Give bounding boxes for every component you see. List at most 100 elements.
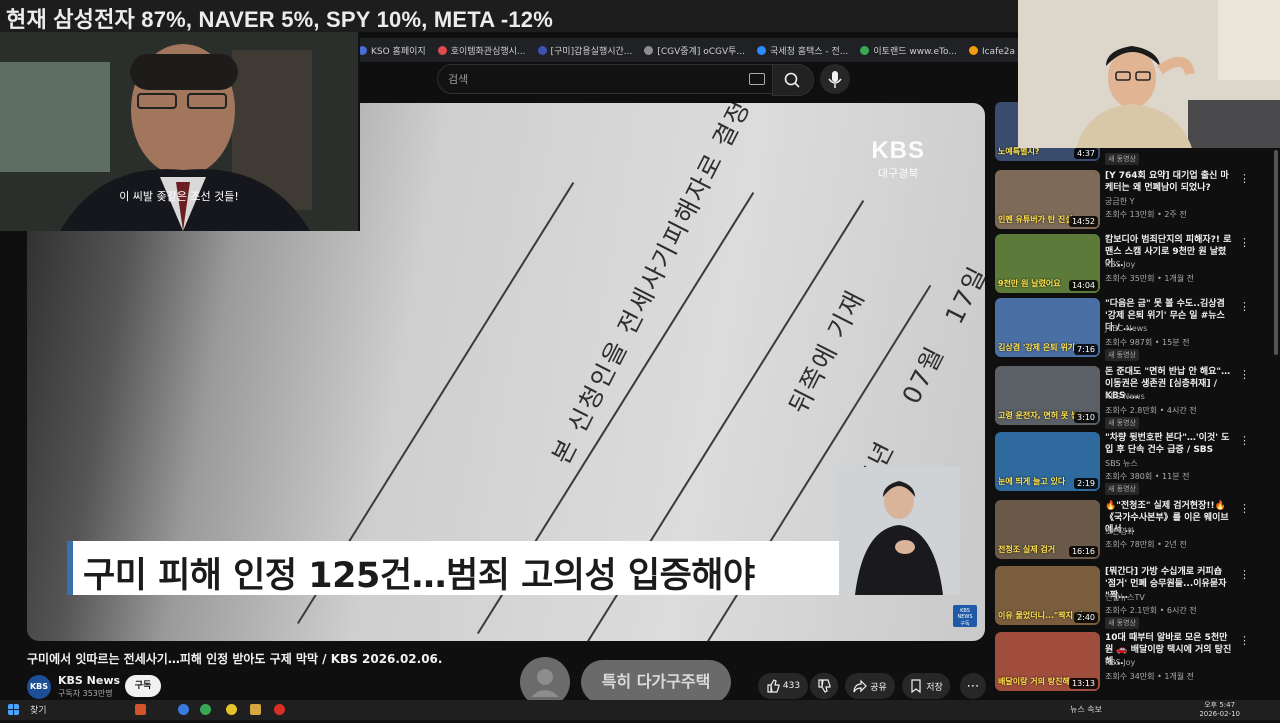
recommended-channel[interactable]: 궁금한 Y (1105, 196, 1135, 207)
kbs-watermark: KBS 대구경북 (871, 137, 925, 181)
voice-search-button[interactable] (820, 64, 850, 94)
video-thumbnail[interactable]: 배달이랑 거의 탕진해 13:13 (995, 632, 1100, 691)
new-video-badge: 새 동영상 (1105, 483, 1139, 495)
webcam-scene (1018, 0, 1280, 148)
recommended-meta: 조회수 34만회 • 1개월 전 (1105, 672, 1195, 681)
recommended-meta: 조회수 35만회 • 1개월 전 (1105, 274, 1195, 283)
thumbnail-caption: 김상겸 '강제 은퇴 위기' (998, 343, 1078, 352)
recommended-video[interactable]: 고령 운전자, 면허 못 놓는 3:10 돈 준대도 "면허 반납 안 해요"…이동… (995, 366, 1265, 429)
recommended-video[interactable]: 배달이랑 거의 탕진해 13:13 10대 때부터 알바로 모은 5천만 원 🚗 배… (995, 632, 1265, 694)
video-thumbnail[interactable]: 김상겸 '강제 은퇴 위기' 7:16 (995, 298, 1100, 357)
bookmark-item[interactable]: 이토랜드 www.eTo... (860, 44, 957, 57)
recommended-video[interactable]: 인펜 유튜버가 탄 진실 14:52 [Y 764회 요약] 대기업 출신 마케터는… (995, 170, 1265, 232)
recommended-meta: 조회수 2.1만회 • 6시간 전 (1105, 606, 1197, 615)
bookmark-favicon-icon (437, 45, 447, 55)
recommended-channel[interactable]: 조은영화 (1105, 526, 1134, 537)
clock-time: 오후 5:47 (1204, 701, 1236, 709)
new-video-badge: 새 동영상 (1105, 617, 1139, 629)
more-vertical-icon[interactable]: ⋮ (1239, 172, 1250, 185)
recommended-channel[interactable]: JTBC News (1105, 324, 1147, 333)
recommended-channel[interactable]: SBS 뉴스 (1105, 458, 1138, 469)
more-vertical-icon[interactable]: ⋮ (1239, 634, 1250, 647)
video-thumbnail[interactable]: 전청조 실제 검거 16:16 (995, 500, 1100, 559)
keyboard-icon[interactable] (749, 73, 765, 85)
video-thumbnail[interactable]: 이유 물었더니..."짝지 마" 2:40 (995, 566, 1100, 625)
recommended-channel[interactable]: KBS Joy (1105, 260, 1135, 269)
bookmark-favicon-icon (968, 45, 978, 55)
video-thumbnail[interactable]: 눈에 띄게 늘고 있다 2:19 (995, 432, 1100, 491)
search-button[interactable] (772, 64, 814, 96)
more-horizontal-icon: ⋯ (966, 678, 980, 694)
bookmark-label: [구미]갑용실행시간... (550, 46, 633, 57)
taskbar-app-icon[interactable] (135, 704, 146, 715)
bookmark-item[interactable]: 국세청 홈택스 - 전... (757, 44, 848, 57)
file-explorer-icon[interactable] (250, 704, 261, 715)
thumbnail-caption: 배달이랑 거의 탕진해 (998, 677, 1070, 686)
sidebar-scrollbar[interactable] (1274, 150, 1278, 355)
channel-name[interactable]: KBS News (58, 674, 120, 687)
windows-start-icon[interactable] (8, 704, 19, 715)
bookmark-icon (911, 679, 921, 693)
save-label: 저장 (926, 682, 943, 693)
system-clock[interactable]: 오후 5:47 2026-02-10 (1199, 701, 1240, 719)
more-vertical-icon[interactable]: ⋮ (1239, 434, 1250, 447)
recommended-channel[interactable]: KBS Joy (1105, 658, 1135, 667)
more-vertical-icon[interactable]: ⋮ (1239, 368, 1250, 381)
thumbnail-caption: 눈에 띄게 늘고 있다 (998, 477, 1066, 486)
bookmark-item[interactable]: 호이템화관심행시... (437, 44, 526, 57)
more-vertical-icon[interactable]: ⋮ (1239, 568, 1250, 581)
subscribe-button[interactable]: 구독 (125, 675, 161, 697)
video-thumbnail[interactable]: 인펜 유튜버가 탄 진실 14:52 (995, 170, 1100, 229)
kbs-logo-text: KBS (871, 137, 925, 164)
caption-bubble: 특히 다가구주택 (581, 660, 731, 704)
more-actions-button[interactable]: ⋯ (960, 673, 986, 699)
bookmark-item[interactable]: Icafe2a 티카페 (968, 44, 1018, 57)
bookmark-item[interactable]: KSO 홈페이지 (358, 44, 426, 57)
share-button[interactable]: 공유 (845, 673, 895, 699)
recommended-video[interactable]: 김상겸 '강제 은퇴 위기' 7:16 "다음은 금" 못 볼 수도..김상겸 '강… (995, 298, 1265, 361)
chrome-icon[interactable] (200, 704, 211, 715)
obs-icon[interactable] (274, 704, 285, 715)
recommended-title[interactable]: "차량 뒷번호판 본다"…'이것' 도입 후 단속 건수 급증 / SBS (1105, 432, 1233, 456)
bookmark-item[interactable]: [CGV중계] oCGV투... (644, 44, 745, 57)
recommended-video[interactable]: 눈에 띄게 늘고 있다 2:19 "차량 뒷번호판 본다"…'이것' 도입 후 단속… (995, 432, 1265, 495)
recommended-channel[interactable]: 연합뉴스TV (1105, 592, 1145, 603)
kbs-news-bug-sub: 구독 (960, 621, 970, 627)
streamer-webcam (1018, 0, 1280, 148)
bookmark-label: 국세청 홈택스 - 전... (770, 46, 849, 57)
channel-avatar[interactable]: KBS NEWS (27, 675, 54, 715)
thumbs-up-icon (767, 679, 780, 693)
share-label: 공유 (870, 682, 887, 693)
news-headline-caption: 구미 피해 인정 125건…범죄 고의성 입증해야 (67, 541, 839, 596)
recommended-video[interactable]: 전청조 실제 검거 16:16 🔥"전청조" 실제 검거현장!!🔥《국가수사본부》를… (995, 500, 1265, 562)
taskbar-app-icon[interactable] (226, 704, 237, 715)
dislike-button[interactable] (810, 673, 838, 699)
recommended-video[interactable]: 이유 물었더니..."짝지 마" 2:40 [뭐간다] 가방 수십개로 커피숍 '점… (995, 566, 1265, 629)
news-tray-item[interactable]: 뉴스 속보 (1070, 704, 1102, 715)
more-vertical-icon[interactable]: ⋮ (1239, 236, 1250, 249)
thumbnail-caption: 인펜 유튜버가 탄 진실 (998, 215, 1073, 224)
microphone-icon (828, 71, 842, 88)
taskbar-search[interactable]: 찾기 (30, 703, 47, 716)
like-button[interactable]: 433 (758, 673, 808, 699)
more-vertical-icon[interactable]: ⋮ (1239, 502, 1250, 515)
recommended-channel[interactable]: KBS News (1105, 392, 1145, 401)
bookmark-favicon-icon (860, 45, 870, 55)
video-thumbnail[interactable]: 고령 운전자, 면허 못 놓는 3:10 (995, 366, 1100, 425)
edge-icon[interactable] (178, 704, 189, 715)
youtube-search-input[interactable]: 검색 (437, 64, 774, 94)
recommended-meta: 조회수 380회 • 11분 전 (1105, 472, 1190, 481)
recommended-video[interactable]: 9천만 원 날렸어요 14:04 캄보디아 범죄단지의 피해자?! 로맨스 스캠 사… (995, 234, 1265, 296)
video-duration: 13:13 (1068, 678, 1098, 689)
like-count: 433 (782, 681, 801, 691)
bookmark-item[interactable]: [구미]갑용실행시간... (537, 44, 633, 57)
video-thumbnail[interactable]: 9천만 원 날렸어요 14:04 (995, 234, 1100, 293)
search-placeholder: 검색 (448, 73, 469, 86)
bookmark-label: Icafe2a 티카페 (981, 46, 1018, 57)
recommended-title[interactable]: [Y 764회 요약] 대기업 출신 마케터는 왜 먼폐남이 되었나? (1105, 170, 1233, 194)
video-duration: 4:37 (1074, 148, 1098, 159)
stock-ticker-overlay: 현재 삼성전자 87%, NAVER 5%, SPY 10%, META -12… (0, 0, 1018, 32)
save-button[interactable]: 저장 (902, 673, 950, 699)
bookmark-label: 이토랜드 www.eTo... (873, 46, 957, 57)
more-vertical-icon[interactable]: ⋮ (1239, 300, 1250, 313)
